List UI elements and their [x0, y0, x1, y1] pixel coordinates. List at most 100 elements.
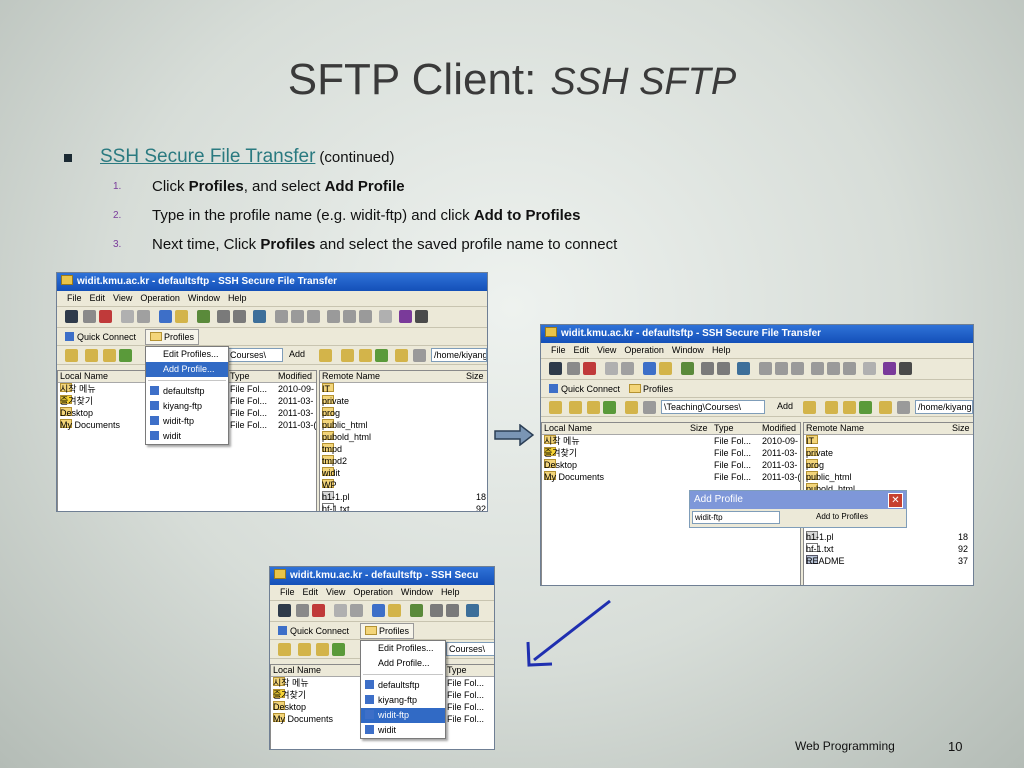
refresh-icon[interactable] — [332, 643, 345, 656]
remote-home-icon[interactable] — [341, 349, 354, 362]
profiles-button[interactable]: Profiles — [360, 623, 415, 639]
menu-profile-widit[interactable]: widit — [361, 723, 445, 738]
whatsthis-icon[interactable] — [899, 362, 912, 375]
table-row[interactable]: hf-1.txt 92 — [320, 503, 487, 511]
delete-icon[interactable] — [413, 349, 426, 362]
quick-connect-button[interactable]: Quick Connect — [278, 623, 349, 640]
terminal-icon[interactable] — [466, 604, 479, 617]
menu-help[interactable]: Help — [712, 345, 731, 355]
folder-icon[interactable] — [625, 401, 638, 414]
menu-edit-profiles[interactable]: Edit Profiles... — [361, 641, 445, 656]
download-icon[interactable] — [217, 310, 230, 323]
menu-add-profile[interactable]: Add Profile... — [361, 656, 445, 671]
table-row[interactable]: README 37 — [804, 555, 973, 567]
folder-icon[interactable] — [659, 362, 672, 375]
remote-delete-icon[interactable] — [897, 401, 910, 414]
menu-help[interactable]: Help — [228, 293, 247, 303]
menu-profile-kiyang-ftp[interactable]: kiyang-ftp — [146, 399, 228, 414]
print-icon[interactable] — [567, 362, 580, 375]
remote-up-icon[interactable] — [319, 349, 332, 362]
view-icon[interactable] — [275, 310, 288, 323]
save-icon[interactable] — [549, 362, 562, 375]
table-row[interactable]: hf-1.txt 92 — [804, 543, 973, 555]
table-row[interactable]: widit — [320, 467, 487, 479]
upload-icon[interactable] — [446, 604, 459, 617]
view-icon[interactable] — [759, 362, 772, 375]
remote-size-header[interactable]: Size — [952, 423, 970, 434]
upload-icon[interactable] — [717, 362, 730, 375]
local-size-header[interactable]: Size — [690, 423, 708, 434]
profile-name-input[interactable]: widit-ftp — [692, 511, 780, 524]
table-row[interactable]: public_html — [320, 419, 487, 431]
local-modified-header[interactable]: Modified — [278, 371, 312, 382]
menu-operation[interactable]: Operation — [353, 587, 393, 597]
menu-view[interactable]: View — [597, 345, 616, 355]
menu-window[interactable]: Window — [401, 587, 433, 597]
table-row[interactable]: WP — [320, 479, 487, 491]
upload-icon[interactable] — [233, 310, 246, 323]
download-icon[interactable] — [701, 362, 714, 375]
stop-icon[interactable] — [379, 310, 392, 323]
menu-profile-defaultsftp[interactable]: defaultsftp — [146, 384, 228, 399]
auto-icon[interactable] — [843, 362, 856, 375]
up-folder-icon[interactable] — [65, 349, 78, 362]
profile-icon[interactable] — [159, 310, 172, 323]
table-row[interactable]: h1-1.pl 18 — [320, 491, 487, 503]
remote-new-folder-icon[interactable] — [843, 401, 856, 414]
download-icon[interactable] — [430, 604, 443, 617]
delete-icon[interactable] — [643, 401, 656, 414]
save-icon[interactable] — [278, 604, 291, 617]
abc-icon[interactable] — [327, 310, 340, 323]
ssh-link[interactable]: SSH Secure File Transfer — [100, 146, 315, 167]
local-name-header[interactable]: Local Name — [273, 665, 321, 676]
local-modified-header[interactable]: Modified — [762, 423, 796, 434]
remote-home-icon[interactable] — [825, 401, 838, 414]
binary-icon[interactable] — [343, 310, 356, 323]
home-icon[interactable] — [298, 643, 311, 656]
local-type-header[interactable]: Type — [447, 665, 467, 676]
copy-icon[interactable] — [121, 310, 134, 323]
add-to-profiles-button[interactable]: Add to Profiles — [816, 512, 868, 521]
menu-edit[interactable]: Edit — [574, 345, 590, 355]
menu-file[interactable]: File — [280, 587, 295, 597]
remote-folder-icon[interactable] — [395, 349, 408, 362]
stop-icon[interactable] — [863, 362, 876, 375]
menu-view[interactable]: View — [326, 587, 345, 597]
menu-view[interactable]: View — [113, 293, 132, 303]
terminal-icon[interactable] — [253, 310, 266, 323]
local-path-dropdown[interactable]: Courses\ — [227, 348, 283, 362]
window-titlebar[interactable]: widit.kmu.ac.kr - defaultsftp - SSH Secu… — [541, 325, 973, 343]
disconnect-icon[interactable] — [312, 604, 325, 617]
menu-add-profile[interactable]: Add Profile... — [146, 362, 228, 377]
table-row[interactable]: public_html — [804, 471, 973, 483]
paste-icon[interactable] — [137, 310, 150, 323]
local-name-header[interactable]: Local Name — [60, 371, 108, 382]
folder-icon[interactable] — [175, 310, 188, 323]
menu-file[interactable]: File — [67, 293, 82, 303]
remote-refresh-icon[interactable] — [859, 401, 872, 414]
disconnect-icon[interactable] — [583, 362, 596, 375]
window-titlebar[interactable]: widit.kmu.ac.kr - defaultsftp - SSH Secu… — [57, 273, 487, 291]
refresh-icon[interactable] — [603, 401, 616, 414]
remote-folder-icon[interactable] — [879, 401, 892, 414]
menu-operation[interactable]: Operation — [624, 345, 664, 355]
table-row[interactable]: tmpd2 — [320, 455, 487, 467]
profile-icon[interactable] — [643, 362, 656, 375]
menu-help[interactable]: Help — [441, 587, 460, 597]
remote-name-header[interactable]: Remote Name — [806, 423, 864, 434]
home-icon[interactable] — [569, 401, 582, 414]
table-row[interactable]: IT — [320, 383, 487, 395]
disconnect-icon[interactable] — [99, 310, 112, 323]
table-row[interactable]: h1-1.pl 18 — [804, 531, 973, 543]
save-icon[interactable] — [65, 310, 78, 323]
menu-profile-defaultsftp[interactable]: defaultsftp — [361, 678, 445, 693]
remote-up-icon[interactable] — [803, 401, 816, 414]
new-folder-icon[interactable] — [587, 401, 600, 414]
add-bookmark-button[interactable]: Add — [777, 401, 793, 411]
print-icon[interactable] — [296, 604, 309, 617]
quick-connect-button[interactable]: Quick Connect — [549, 381, 620, 398]
local-path-dropdown[interactable]: Courses\ — [446, 642, 494, 656]
close-icon[interactable]: ✕ — [888, 493, 903, 508]
settings-icon[interactable] — [197, 310, 210, 323]
up-folder-icon[interactable] — [278, 643, 291, 656]
